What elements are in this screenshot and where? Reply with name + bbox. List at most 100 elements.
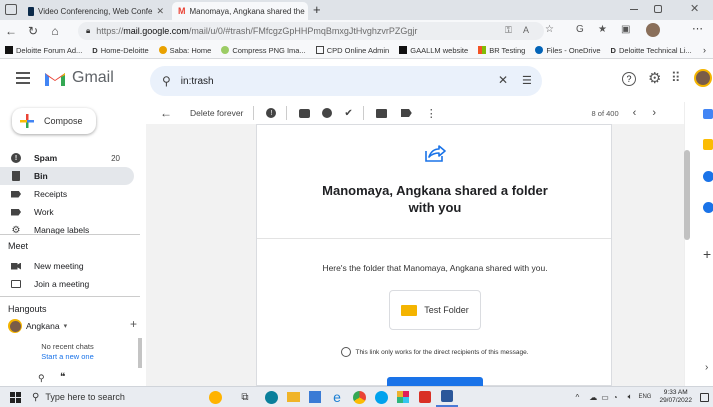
support-icon[interactable]: ? xyxy=(622,72,636,86)
fav-compress-png[interactable]: Compress PNG Ima... xyxy=(216,46,310,55)
fav-deloitte-forum[interactable]: Deloitte Forum Ad... xyxy=(0,46,87,55)
delete-forever-button[interactable]: Delete forever xyxy=(190,108,243,118)
key-icon[interactable]: ⚿ xyxy=(505,25,512,36)
no-recent-chats: No recent chats xyxy=(41,342,94,351)
tray-network-icons[interactable]: ☁▭◔ xyxy=(589,393,621,402)
fav-deloitte-technical[interactable]: D Deloitte Technical Li... xyxy=(606,46,697,55)
chevron-right-icon[interactable]: › xyxy=(703,45,706,55)
fav-gaallm[interactable]: GAALLM website xyxy=(394,46,473,55)
windows-start-icon[interactable] xyxy=(4,387,26,407)
hangouts-user[interactable]: Angkana ▾ xyxy=(8,319,67,333)
slack-icon[interactable] xyxy=(392,387,414,407)
chrome-icon[interactable] xyxy=(348,387,370,407)
search-bar[interactable]: ⚲ in:trash ✕ ☰ xyxy=(150,66,542,96)
browser-tab-gmail[interactable]: M Manomaya, Angkana shared the ✕ xyxy=(172,2,308,20)
move-to-icon[interactable] xyxy=(375,108,387,118)
search-input[interactable]: in:trash xyxy=(181,76,214,87)
more-menu-icon[interactable]: ⋯ xyxy=(692,22,703,35)
open-button[interactable] xyxy=(387,377,483,386)
add-task-icon[interactable]: ✔ xyxy=(344,108,352,119)
sidebar-item-manage-labels[interactable]: ⚙ Manage labels xyxy=(0,221,134,239)
spam-icon: ! xyxy=(10,153,22,163)
fav-home-deloitte[interactable]: D Home-Deloitte xyxy=(87,46,153,55)
close-tab-icon[interactable]: ✕ xyxy=(156,6,164,17)
refresh-page-icon[interactable]: G xyxy=(576,24,584,35)
compose-button[interactable]: Compose xyxy=(12,108,96,134)
mark-unread-icon[interactable] xyxy=(299,108,311,118)
home-icon[interactable]: ⌂ xyxy=(46,22,64,40)
search-options-icon[interactable]: ☰ xyxy=(522,74,532,87)
keep-icon[interactable] xyxy=(703,139,713,150)
apps-grid-icon[interactable]: ⠿ xyxy=(671,70,681,86)
quote-icon[interactable]: ❝ xyxy=(60,372,65,383)
teams-icon[interactable] xyxy=(260,387,282,407)
task-view-icon[interactable]: ⧉ xyxy=(234,387,256,407)
sidebar-item-bin[interactable]: Bin xyxy=(0,167,134,185)
profile-avatar[interactable] xyxy=(646,23,660,37)
newer-chevron-icon[interactable]: ‹ xyxy=(633,107,637,119)
back-to-bin-icon[interactable]: ← xyxy=(160,106,172,120)
clock[interactable]: 9:33 AM 29/07/2022 xyxy=(659,389,692,405)
deloitte-icon xyxy=(399,46,408,54)
browser-tab-video-conferencing[interactable]: Video Conferencing, Web Confe ✕ xyxy=(22,2,170,20)
chat-scrollbar[interactable] xyxy=(138,338,142,368)
tab-actions-icon[interactable] xyxy=(5,4,17,15)
join-meeting-item[interactable]: Join a meeting xyxy=(0,275,134,293)
more-options-icon[interactable]: ⋮ xyxy=(426,107,437,120)
fav-saba-home[interactable]: Saba: Home xyxy=(154,46,217,55)
volume-icon[interactable]: 🔈︎ xyxy=(628,392,633,402)
minimize-icon[interactable] xyxy=(630,9,638,10)
file-explorer-icon[interactable] xyxy=(282,387,304,407)
snooze-icon[interactable] xyxy=(322,108,333,118)
close-window-icon[interactable]: ✕ xyxy=(690,2,699,15)
favorites-icon[interactable]: ★ xyxy=(598,24,607,35)
refresh-icon[interactable]: ↻ xyxy=(24,22,42,40)
taskbar-search-box[interactable]: ⚲ Type here to search xyxy=(26,387,176,407)
message-scrollbar[interactable] xyxy=(684,150,690,240)
back-arrow-icon[interactable]: ← xyxy=(2,22,20,40)
expand-panel-icon[interactable]: › xyxy=(705,362,708,373)
new-meeting-item[interactable]: New meeting xyxy=(0,257,134,275)
show-hidden-icons[interactable]: ^ xyxy=(575,393,579,402)
sidebar-item-work[interactable]: Work xyxy=(0,203,134,221)
word-icon[interactable] xyxy=(436,387,458,407)
tab-label: Video Conferencing, Web Confe xyxy=(38,6,153,16)
address-bar[interactable]: 🔒︎ https:// mail.google.com /mail/u/0/#t… xyxy=(78,22,544,40)
notifications-icon[interactable] xyxy=(700,392,709,402)
sidebar-item-spam[interactable]: ! Spam 20 xyxy=(0,149,134,167)
calendar-icon[interactable] xyxy=(703,109,713,119)
new-tab-button[interactable]: + xyxy=(313,2,321,17)
shared-folder-chip[interactable]: Test Folder xyxy=(389,290,481,330)
edge-icon[interactable]: e xyxy=(326,387,348,407)
favorite-star-icon[interactable]: ☆ xyxy=(545,24,554,35)
add-contact-icon[interactable]: + xyxy=(130,317,137,331)
language-indicator[interactable]: ENG xyxy=(638,394,651,400)
older-chevron-icon[interactable]: › xyxy=(652,107,656,119)
settings-gear-icon[interactable]: ⚙ xyxy=(648,69,661,87)
read-aloud-icon[interactable]: A xyxy=(523,25,529,35)
skype-icon[interactable] xyxy=(370,387,392,407)
store-icon[interactable] xyxy=(304,387,326,407)
url-path: /mail/u/0/#trash/FMfcgzGpHHPmqBmxgJtHvgh… xyxy=(188,26,418,36)
clear-search-icon[interactable]: ✕ xyxy=(498,73,508,87)
get-addons-icon[interactable]: + xyxy=(703,246,711,262)
contacts-icon[interactable] xyxy=(703,202,713,213)
report-spam-icon[interactable]: ! xyxy=(266,108,277,118)
account-avatar[interactable] xyxy=(694,69,712,87)
label-as-icon[interactable] xyxy=(400,109,412,117)
fav-cpd-online[interactable]: CPD Online Admin xyxy=(311,46,395,55)
tasks-icon[interactable] xyxy=(703,171,713,182)
main-menu-icon[interactable] xyxy=(16,72,30,84)
fav-br-testing[interactable]: BR Testing xyxy=(473,46,530,55)
fav-onedrive[interactable]: Files - OneDrive xyxy=(530,46,605,55)
search-icon[interactable]: ⚲ xyxy=(162,74,171,88)
maximize-icon[interactable] xyxy=(654,5,662,13)
collections-icon[interactable]: ▣ xyxy=(621,24,630,35)
gmail-logo[interactable]: Gmail xyxy=(44,69,114,87)
sidebar-item-receipts[interactable]: Receipts xyxy=(0,185,134,203)
start-new-chat-link[interactable]: Start a new one xyxy=(0,352,135,361)
acrobat-icon[interactable] xyxy=(414,387,436,407)
chevron-down-icon[interactable]: ▾ xyxy=(64,322,68,330)
person-icon[interactable]: ⚲ xyxy=(38,373,45,384)
weather-widget-icon[interactable] xyxy=(204,387,226,407)
